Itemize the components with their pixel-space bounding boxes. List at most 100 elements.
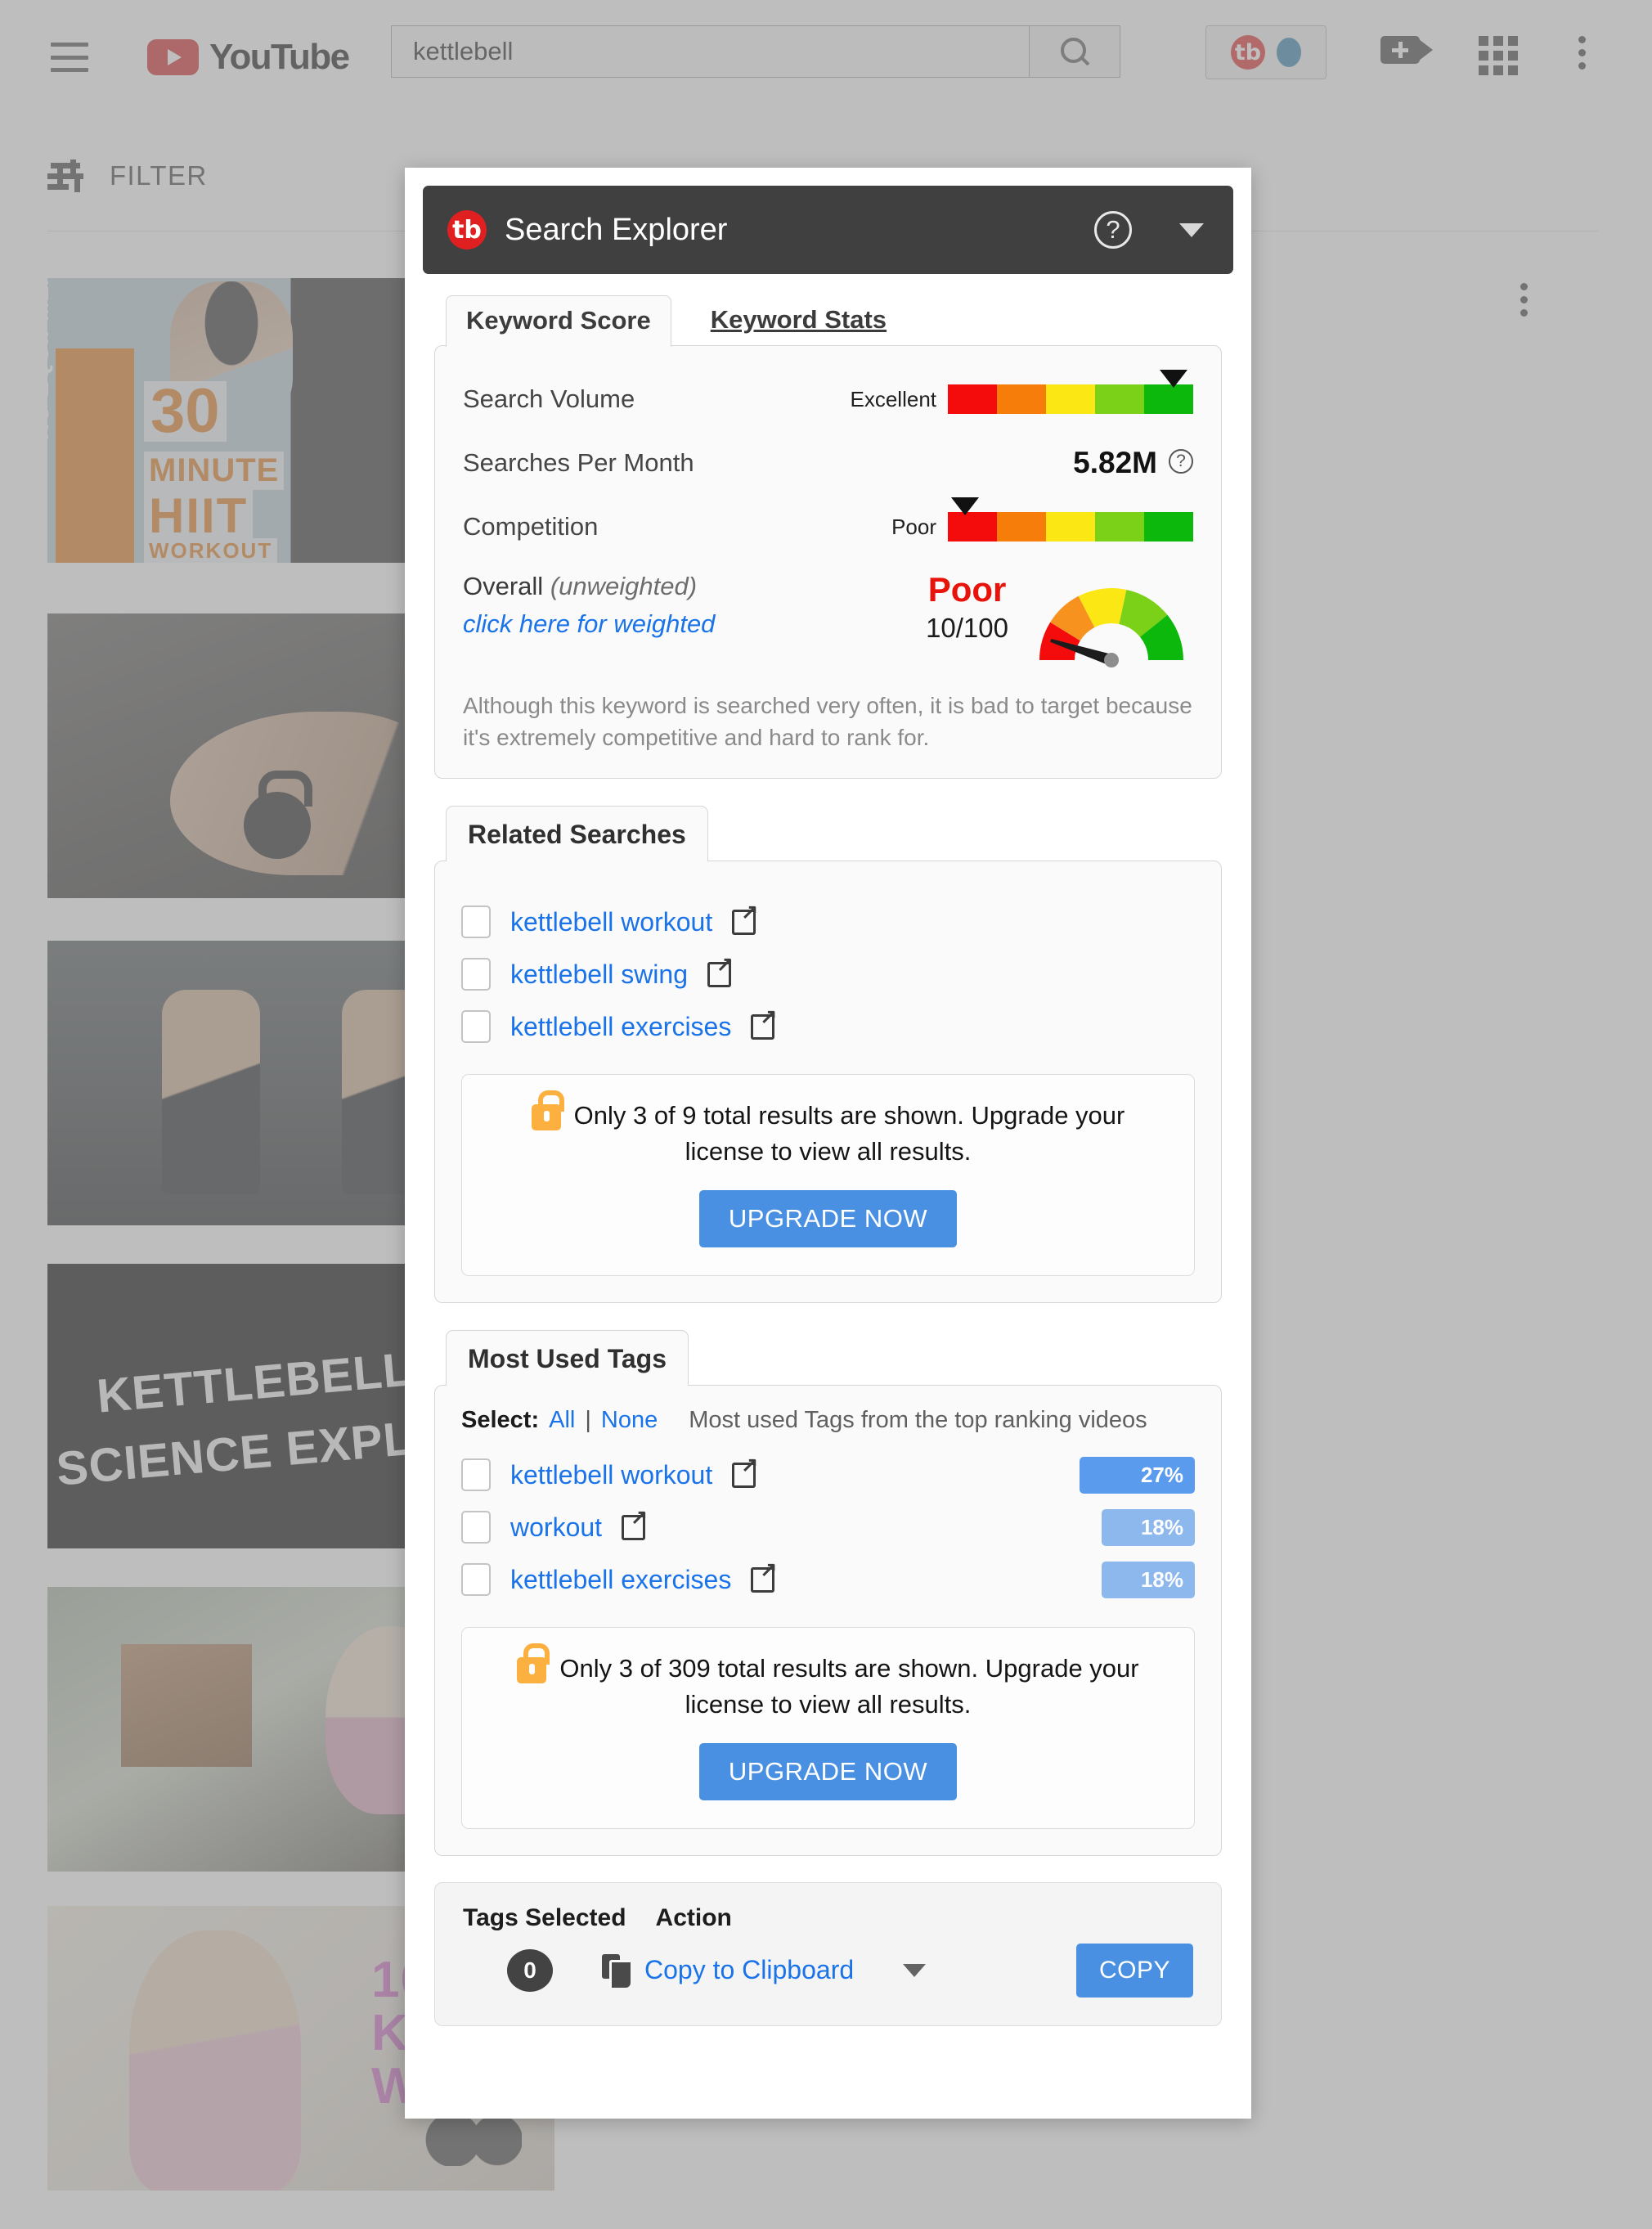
youtube-logo-text: YouTube bbox=[209, 37, 350, 77]
competition-meter bbox=[948, 497, 1193, 542]
searches-per-month-value: 5.82M bbox=[1073, 446, 1157, 479]
help-icon[interactable]: ? bbox=[1169, 449, 1193, 474]
upgrade-notice: Only 3 of 309 total results are shown. U… bbox=[461, 1627, 1195, 1829]
tab-keyword-score[interactable]: Keyword Score bbox=[446, 295, 671, 347]
select-hint: Most used Tags from the top ranking vide… bbox=[689, 1407, 1147, 1434]
select-row: Select: All | None Most used Tags from t… bbox=[461, 1407, 1195, 1449]
competition-rating: Poor bbox=[891, 514, 936, 539]
vertical-dots-icon[interactable] bbox=[1578, 36, 1586, 70]
help-icon[interactable]: ? bbox=[1094, 211, 1132, 249]
competition-label: Competition bbox=[463, 512, 599, 541]
overall-row: Overall (unweighted) click here for weig… bbox=[463, 559, 1193, 670]
list-item[interactable]: kettlebell workout bbox=[461, 896, 1195, 948]
panel-header: tb Search Explorer ? bbox=[423, 186, 1233, 274]
checkbox[interactable] bbox=[461, 958, 491, 991]
hamburger-icon[interactable] bbox=[51, 43, 88, 72]
tag-percent-badge: 27% bbox=[1080, 1456, 1195, 1494]
checkbox[interactable] bbox=[461, 906, 491, 939]
video-camera-plus-icon[interactable] bbox=[1380, 36, 1433, 64]
checkbox[interactable] bbox=[461, 1458, 491, 1492]
thumb-text-2: MINUTE bbox=[144, 452, 285, 490]
upgrade-text: Only 3 of 9 total results are shown. Upg… bbox=[573, 1101, 1125, 1166]
searches-per-month-label: Searches Per Month bbox=[463, 448, 694, 477]
list-item[interactable]: kettlebell swing bbox=[461, 948, 1195, 1000]
filter-label: FILTER bbox=[110, 160, 208, 191]
grid-apps-icon[interactable] bbox=[1479, 36, 1518, 75]
select-none-link[interactable]: None bbox=[601, 1407, 658, 1434]
meter-pointer-icon bbox=[1160, 370, 1187, 388]
tags-selected-label: Tags Selected bbox=[463, 1903, 626, 1931]
overall-note: Although this keyword is searched very o… bbox=[463, 693, 1192, 751]
search-input[interactable]: kettlebell bbox=[391, 25, 1029, 78]
thumb-text-1: 30 bbox=[144, 380, 227, 442]
tubebuddy-logo-icon: tb bbox=[1231, 35, 1265, 70]
youtube-play-icon bbox=[147, 39, 199, 75]
checkbox[interactable] bbox=[461, 1511, 491, 1544]
external-link-icon[interactable] bbox=[732, 902, 758, 936]
search-volume-row: Search Volume Excellent bbox=[463, 367, 1193, 431]
external-link-icon[interactable] bbox=[751, 1560, 777, 1593]
status-dot-icon bbox=[1277, 38, 1301, 67]
tags-action-bar: Tags Selected Action 0 Copy to Clipboard… bbox=[434, 1881, 1222, 2026]
external-link-icon[interactable] bbox=[622, 1508, 648, 1541]
youtube-header: YouTube kettlebell tb bbox=[0, 0, 1652, 115]
checkbox[interactable] bbox=[461, 1563, 491, 1597]
section-tab-most-used-tags[interactable]: Most Used Tags bbox=[446, 1330, 689, 1386]
competition-row: Competition Poor bbox=[463, 495, 1193, 559]
youtube-logo[interactable]: YouTube bbox=[147, 37, 350, 78]
overall-label: Overall (unweighted) bbox=[463, 572, 926, 601]
panel-tabs: Keyword Score Keyword Stats bbox=[423, 295, 1233, 347]
tag-link[interactable]: kettlebell workout bbox=[510, 1460, 712, 1490]
tag-link[interactable]: workout bbox=[510, 1512, 602, 1543]
search-explorer-panel: tb Search Explorer ? Keyword Score Keywo… bbox=[405, 168, 1251, 2119]
caret-down-icon[interactable] bbox=[1179, 222, 1204, 237]
keyword-score-card: Search Volume Excellent Searches Per Mon… bbox=[434, 345, 1222, 780]
action-label: Action bbox=[655, 1903, 732, 1931]
searches-per-month-row: Searches Per Month 5.82M ? bbox=[463, 431, 1193, 495]
tag-percent-badge: 18% bbox=[1102, 1561, 1195, 1598]
filter-button[interactable]: FILTER bbox=[47, 160, 208, 192]
external-link-icon[interactable] bbox=[707, 955, 734, 988]
related-search-link[interactable]: kettlebell exercises bbox=[510, 1012, 731, 1042]
list-item[interactable]: workout 18% bbox=[461, 1501, 1195, 1553]
select-all-link[interactable]: All bbox=[549, 1407, 575, 1434]
tag-link[interactable]: kettlebell exercises bbox=[510, 1565, 731, 1595]
checkbox[interactable] bbox=[461, 1010, 491, 1044]
search-volume-rating: Excellent bbox=[850, 386, 937, 411]
section-tab-related-searches[interactable]: Related Searches bbox=[446, 806, 708, 862]
related-search-link[interactable]: kettlebell workout bbox=[510, 907, 712, 937]
thumb-badge-text: NO EQUIPMENT bbox=[47, 278, 53, 440]
upgrade-notice: Only 3 of 9 total results are shown. Upg… bbox=[461, 1074, 1195, 1277]
caret-down-icon[interactable] bbox=[903, 1963, 927, 1977]
list-item[interactable]: kettlebell exercises 18% bbox=[461, 1553, 1195, 1606]
tag-percent-badge: 18% bbox=[1102, 1508, 1195, 1546]
most-used-tags-section: Most Used Tags Select: All | None Most u… bbox=[423, 1329, 1233, 1856]
tags-selected-count: 0 bbox=[507, 1948, 553, 1992]
select-separator: | bbox=[585, 1407, 591, 1434]
external-link-icon[interactable] bbox=[732, 1455, 758, 1489]
tubebuddy-toolbar-button[interactable]: tb bbox=[1205, 25, 1327, 79]
filter-sliders-icon bbox=[47, 160, 83, 192]
search-volume-label: Search Volume bbox=[463, 384, 635, 413]
related-search-link[interactable]: kettlebell swing bbox=[510, 959, 688, 990]
weighted-link[interactable]: click here for weighted bbox=[463, 609, 926, 639]
overall-gauge-icon bbox=[1030, 572, 1193, 670]
action-select-value[interactable]: Copy to Clipboard bbox=[644, 1955, 854, 1985]
lock-icon bbox=[531, 1090, 564, 1131]
video-more-icon[interactable] bbox=[1520, 283, 1528, 317]
list-item[interactable]: kettlebell exercises bbox=[461, 1000, 1195, 1053]
upgrade-now-button[interactable]: UPGRADE NOW bbox=[698, 1742, 958, 1800]
copy-button[interactable]: COPY bbox=[1075, 1943, 1193, 1998]
magnifier-icon bbox=[1061, 38, 1089, 65]
tab-keyword-stats[interactable]: Keyword Stats bbox=[691, 295, 906, 346]
upgrade-now-button[interactable]: UPGRADE NOW bbox=[698, 1190, 958, 1248]
youtube-search: kettlebell bbox=[391, 25, 1120, 78]
search-button[interactable] bbox=[1029, 25, 1120, 78]
thumb-text-4: WORKOUT bbox=[144, 538, 278, 563]
external-link-icon[interactable] bbox=[751, 1007, 777, 1040]
select-label: Select: bbox=[461, 1407, 540, 1434]
search-volume-meter bbox=[948, 370, 1193, 414]
list-item[interactable]: kettlebell workout 27% bbox=[461, 1449, 1195, 1501]
overall-label-text: Overall bbox=[463, 572, 544, 600]
lock-icon bbox=[517, 1643, 550, 1684]
